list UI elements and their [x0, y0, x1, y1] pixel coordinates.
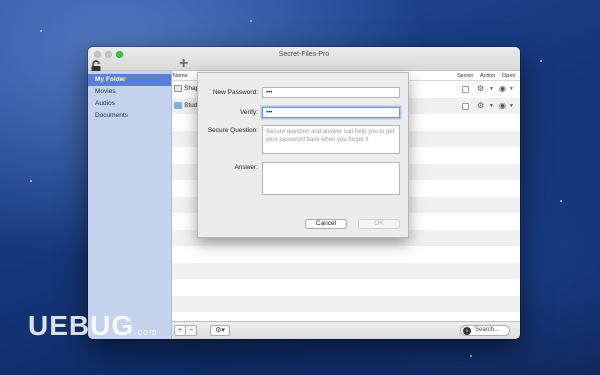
sidebar: My Folder Movies Audios Documents — [88, 71, 172, 339]
column-header-open[interactable]: Open — [502, 73, 515, 79]
action-gear-icon[interactable]: ⚙ — [477, 101, 484, 110]
new-password-field[interactable]: ••• — [262, 87, 400, 98]
secret-checkbox[interactable] — [462, 86, 469, 93]
ok-button[interactable]: OK — [358, 219, 400, 229]
action-gear-icon[interactable]: ⚙ — [477, 84, 484, 93]
background-star — [560, 200, 562, 202]
background-star — [470, 355, 472, 357]
empty-row — [172, 279, 520, 296]
bottom-toolbar: + − ⚙▾ ⌕ Search... — [172, 321, 520, 339]
secret-checkbox[interactable] — [462, 102, 469, 110]
window-title: Secret-Files-Pro — [278, 51, 330, 58]
add-file-icon[interactable]: + — [179, 56, 188, 72]
cancel-button[interactable]: Cancel — [305, 219, 347, 229]
remove-button[interactable]: − — [185, 325, 197, 336]
verify-label: Verify: — [239, 109, 258, 116]
secure-question-field[interactable]: Secure question and answer can help you … — [262, 125, 400, 154]
folder-icon — [174, 101, 182, 109]
title-bar: Secret-Files-Pro — [88, 47, 520, 71]
sidebar-item-documents[interactable]: Documents — [88, 110, 171, 122]
column-header-secret[interactable]: Secret — [457, 73, 473, 79]
column-header-name[interactable]: Name — [173, 73, 188, 79]
sidebar-item-my-folder[interactable]: My Folder — [88, 74, 171, 86]
background-star — [40, 30, 42, 32]
open-eye-icon[interactable]: ◉ — [499, 84, 506, 93]
background-star — [250, 20, 252, 22]
settings-gear-icon[interactable]: ⚙▾ — [210, 325, 230, 336]
background-star — [30, 180, 32, 182]
secure-question-label: Secure Question: — [207, 127, 258, 134]
chevron-down-icon[interactable]: ▼ — [509, 103, 514, 109]
search-label: Search... — [475, 327, 500, 333]
background-star — [540, 60, 542, 62]
file-icon — [174, 85, 182, 92]
chevron-down-icon[interactable]: ▼ — [509, 86, 514, 92]
answer-field[interactable] — [262, 162, 400, 195]
sidebar-item-movies[interactable]: Movies — [88, 86, 171, 98]
search-icon: ⌕ — [463, 327, 471, 335]
empty-row — [172, 246, 520, 263]
verify-password-field[interactable]: ••• — [262, 107, 400, 118]
empty-row — [172, 262, 520, 279]
answer-label: Answer: — [234, 164, 258, 171]
sidebar-item-audios[interactable]: Audios — [88, 98, 171, 110]
watermark-logo: UEBUG.com — [28, 310, 158, 341]
chevron-down-icon[interactable]: ▼ — [489, 103, 494, 109]
chevron-down-icon[interactable]: ▼ — [489, 86, 494, 92]
column-header-action[interactable]: Action — [480, 73, 495, 79]
password-dialog: New Password: ••• Verify: ••• Secure Que… — [197, 72, 409, 238]
empty-row — [172, 295, 520, 312]
open-eye-icon[interactable]: ◉ — [499, 101, 506, 110]
app-window: Secret-Files-Pro + My Folder Movies Audi… — [88, 47, 520, 339]
new-password-label: New Password: — [212, 89, 258, 96]
search-field[interactable]: ⌕ Search... — [460, 325, 510, 336]
